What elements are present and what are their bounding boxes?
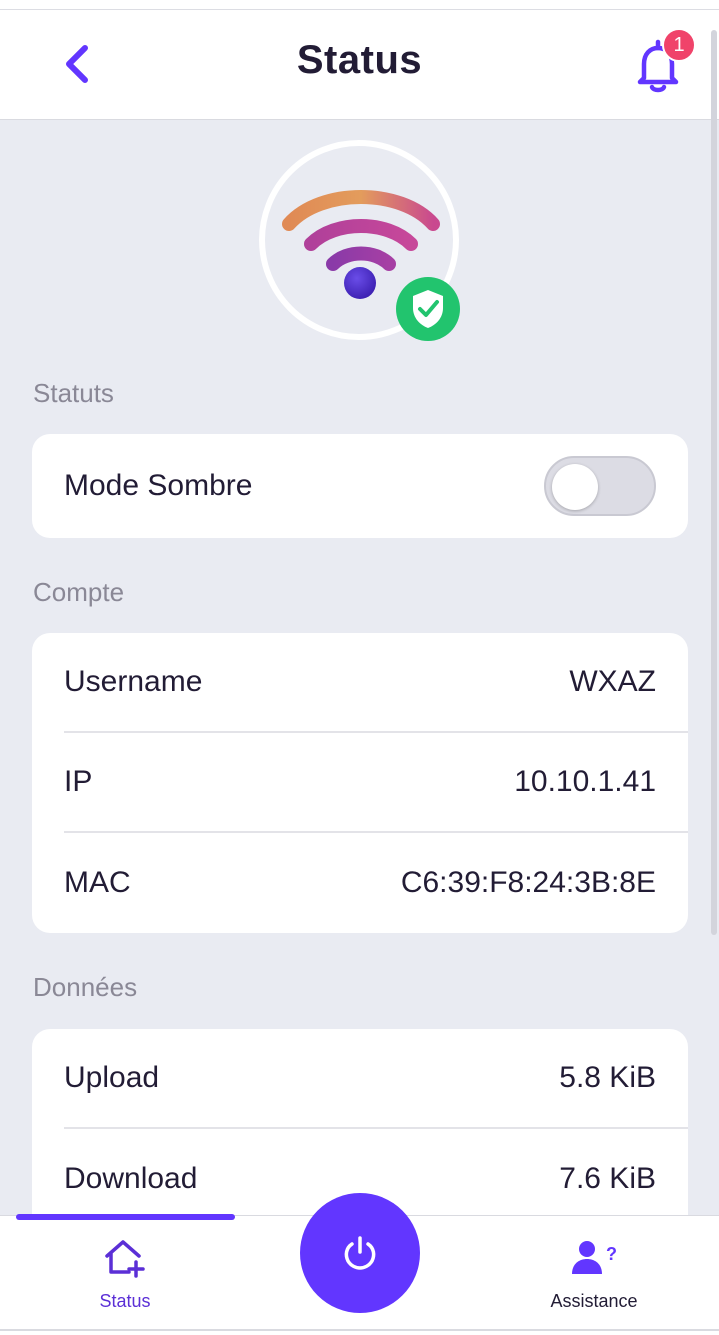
home-add-icon <box>105 1240 145 1278</box>
data-row-upload: Upload 5.8 KiB <box>64 1029 688 1129</box>
svg-text:?: ? <box>606 1244 617 1264</box>
page-title: Status <box>296 38 423 82</box>
secure-badge <box>396 277 460 341</box>
row-value: 7.6 KiB <box>559 1162 656 1195</box>
row-label: IP <box>64 765 93 798</box>
dark-mode-label: Mode Sombre <box>64 469 253 502</box>
row-label: MAC <box>64 866 131 899</box>
user-question-icon: ? <box>572 1241 617 1274</box>
account-row-username: Username WXAZ <box>64 633 688 733</box>
bottom-divider <box>0 1329 719 1331</box>
row-value: C6:39:F8:24:3B:8E <box>400 866 656 899</box>
row-label: Username <box>64 665 203 698</box>
row-value: WXAZ <box>569 665 656 698</box>
section-label-compte: Compte <box>33 577 125 607</box>
nav-status[interactable]: Status <box>15 1216 235 1326</box>
app-header: Status <box>0 10 719 120</box>
card-compte: Username WXAZ IP 10.10.1.41 MAC C6:39:F8… <box>32 633 688 933</box>
row-value: 5.8 KiB <box>559 1061 656 1094</box>
scrollbar[interactable] <box>711 30 717 935</box>
power-icon <box>344 1236 376 1270</box>
nav-assistance-label: Assistance <box>550 1291 638 1311</box>
section-label-donnees: Données <box>33 972 138 1002</box>
row-value: 10.10.1.41 <box>514 765 656 798</box>
notification-badge: 1 <box>662 28 696 62</box>
status-bar-strip <box>0 0 719 10</box>
connection-status-avatar <box>259 140 461 342</box>
card-statuts: Mode Sombre <box>32 434 688 538</box>
account-row-ip: IP 10.10.1.41 <box>64 733 688 833</box>
toggle-knob <box>552 464 598 510</box>
dark-mode-toggle[interactable] <box>544 456 656 516</box>
account-row-mac: MAC C6:39:F8:24:3B:8E <box>64 833 688 933</box>
nav-status-label: Status <box>99 1291 151 1311</box>
nav-assistance[interactable]: ? Assistance <box>484 1216 704 1326</box>
power-button[interactable] <box>300 1193 420 1313</box>
row-label: Upload <box>64 1061 160 1094</box>
active-tab-indicator <box>16 1214 235 1220</box>
section-label-statuts: Statuts <box>33 378 114 408</box>
shield-check-icon <box>413 290 443 328</box>
row-label: Download <box>64 1162 198 1195</box>
